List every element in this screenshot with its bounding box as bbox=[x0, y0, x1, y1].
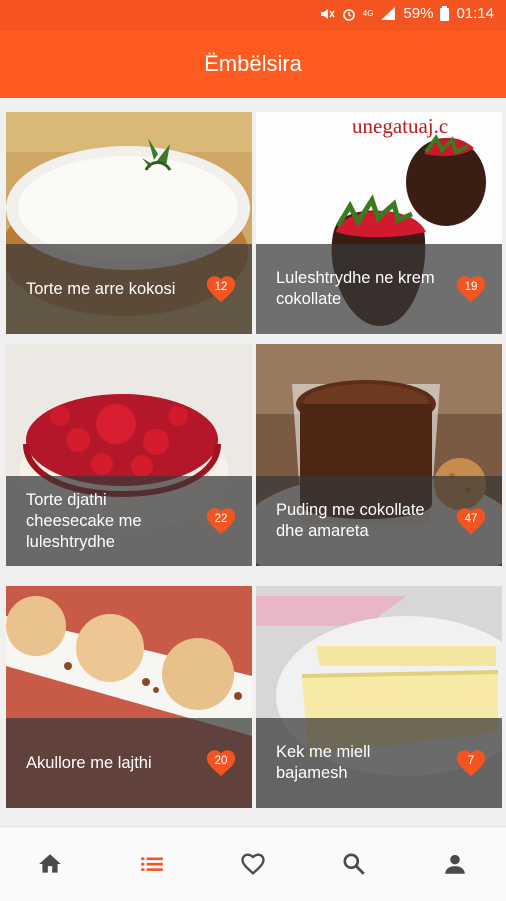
home-icon bbox=[39, 854, 61, 873]
bottom-navigation bbox=[0, 826, 506, 901]
card-caption: Akullore me lajthi 20 bbox=[6, 718, 252, 808]
status-icons: 4G 59% 01:14 bbox=[319, 5, 494, 22]
nav-search[interactable] bbox=[337, 847, 371, 881]
recipe-title: Kek me miell bajamesh bbox=[276, 743, 371, 782]
card-caption: Puding me cokollate dhe amareta 47 bbox=[256, 476, 502, 566]
mute-icon bbox=[320, 8, 335, 19]
recipe-title: Luleshtrydhe ne krem cokollate bbox=[276, 269, 435, 308]
likes-badge: 22 bbox=[204, 504, 238, 538]
nav-home[interactable] bbox=[33, 847, 67, 881]
likes-badge: 19 bbox=[454, 272, 488, 306]
recipe-card[interactable]: Torte me arre kokosi 12 bbox=[6, 112, 252, 334]
heart-outline-icon bbox=[241, 853, 265, 875]
status-bar: 4G 59% 01:14 bbox=[0, 0, 506, 30]
card-caption: Torte djathi cheesecake me luleshtrydhe … bbox=[6, 476, 252, 566]
battery-percent: 59% bbox=[403, 5, 434, 22]
likes-count: 20 bbox=[214, 755, 228, 767]
nav-list[interactable] bbox=[135, 847, 169, 881]
alarm-icon bbox=[342, 8, 355, 21]
likes-count: 12 bbox=[214, 281, 228, 293]
page-title: Ëmbëlsira bbox=[204, 51, 302, 76]
clock: 01:14 bbox=[456, 5, 494, 22]
likes-count: 47 bbox=[464, 513, 478, 525]
likes-badge: 20 bbox=[204, 746, 238, 780]
battery-icon bbox=[440, 6, 450, 21]
recipe-card[interactable]: Kek me miell bajamesh 7 bbox=[256, 586, 502, 808]
app-bar: Ëmbëlsira bbox=[0, 30, 506, 98]
recipe-grid: Torte me arre kokosi 12 unegatuaj.c Lule… bbox=[0, 98, 506, 826]
network-type: 4G bbox=[362, 9, 374, 18]
recipe-title: Torte me arre kokosi bbox=[26, 279, 176, 298]
recipe-title: Akullore me lajthi bbox=[26, 753, 152, 772]
watermark-text: unegatuaj.c bbox=[352, 114, 449, 138]
card-caption: Torte me arre kokosi 12 bbox=[6, 244, 252, 334]
nav-profile[interactable] bbox=[438, 847, 472, 881]
card-caption: Luleshtrydhe ne krem cokollate 19 bbox=[256, 244, 502, 334]
recipe-card[interactable]: Akullore me lajthi 20 bbox=[6, 586, 252, 808]
search-icon bbox=[343, 853, 365, 875]
recipe-card[interactable]: Torte djathi cheesecake me luleshtrydhe … bbox=[6, 344, 252, 566]
likes-badge: 12 bbox=[204, 272, 238, 306]
likes-badge: 7 bbox=[454, 746, 488, 780]
likes-count: 22 bbox=[214, 513, 228, 525]
recipe-title: Torte djathi cheesecake me luleshtrydhe bbox=[26, 490, 142, 551]
likes-badge: 47 bbox=[454, 504, 488, 538]
person-icon bbox=[445, 854, 465, 874]
recipe-card[interactable]: Puding me cokollate dhe amareta 47 bbox=[256, 344, 502, 566]
likes-count: 7 bbox=[467, 755, 475, 767]
card-caption: Kek me miell bajamesh 7 bbox=[256, 718, 502, 808]
list-icon bbox=[141, 857, 163, 871]
signal-icon bbox=[381, 7, 396, 20]
recipe-card[interactable]: unegatuaj.c Luleshtrydhe ne krem cokolla… bbox=[256, 112, 502, 334]
nav-favorites[interactable] bbox=[236, 847, 270, 881]
recipe-title: Puding me cokollate dhe amareta bbox=[276, 501, 425, 540]
likes-count: 19 bbox=[464, 281, 478, 293]
